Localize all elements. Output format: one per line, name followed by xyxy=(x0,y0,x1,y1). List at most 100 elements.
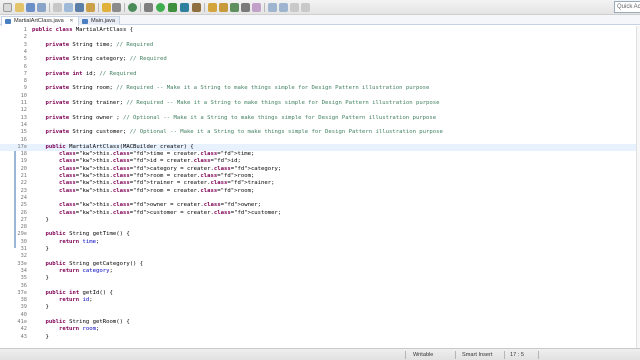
code-line[interactable]: 13 private String owner ; // Optional --… xyxy=(0,115,640,122)
code-line[interactable]: 14 xyxy=(0,122,640,129)
code-line[interactable]: 28 xyxy=(0,224,640,231)
code-line[interactable]: 16 xyxy=(0,137,640,144)
code-line[interactable]: 17⊖ public MartialArtClass(MACBuilder cr… xyxy=(0,143,640,152)
code-line[interactable]: 1 public class MartialArtClass { xyxy=(0,27,640,34)
tab-main[interactable]: Main.java xyxy=(78,16,120,25)
forward-icon[interactable] xyxy=(301,3,310,12)
code-text: private String time; // Required xyxy=(45,41,154,48)
code-line[interactable]: 38 return id; xyxy=(0,297,640,304)
code-line[interactable]: 43 } xyxy=(0,334,640,341)
code-line[interactable]: 30 return time; xyxy=(0,239,640,246)
line-number: 15 xyxy=(20,129,27,136)
terminal-icon[interactable] xyxy=(64,3,73,12)
open-type-icon[interactable] xyxy=(241,3,250,12)
status-divider xyxy=(504,351,505,359)
line-number: 35 xyxy=(20,275,27,282)
save-all-icon[interactable] xyxy=(37,3,46,12)
code-editor[interactable]: 1 public class MartialArtClass {2 3 privat… xyxy=(0,26,640,348)
quick-access-field[interactable]: Quick Acce xyxy=(614,1,640,13)
close-icon[interactable]: ✕ xyxy=(69,17,73,26)
code-line[interactable]: 42 return room; xyxy=(0,326,640,333)
line-number: 31 xyxy=(20,246,27,252)
code-line[interactable]: 34 return category; xyxy=(0,268,640,275)
run-icon[interactable] xyxy=(156,3,165,12)
code-line[interactable]: 5 private String category; // Required xyxy=(0,56,640,63)
code-line[interactable]: 3 private String time; // Required xyxy=(0,42,640,49)
status-bar: Writable Smart Insert 17 : 5 xyxy=(0,348,640,360)
code-line[interactable]: 33⊖ public String getCategory() { xyxy=(0,261,640,268)
toolbar-divider xyxy=(49,3,50,12)
new-package-icon[interactable] xyxy=(219,3,228,12)
package-icon[interactable] xyxy=(86,3,95,12)
code-line[interactable]: 19 class="kw">this.class="fd">id = creat… xyxy=(0,158,640,165)
search-icon[interactable] xyxy=(252,3,261,12)
save-icon[interactable] xyxy=(26,3,35,12)
code-line[interactable]: 23 class="kw">this.class="fd">room = cre… xyxy=(0,188,640,195)
code-line[interactable]: 8 xyxy=(0,78,640,85)
coverage-icon[interactable] xyxy=(180,3,189,12)
external-tools-icon[interactable] xyxy=(192,3,201,12)
code-line[interactable]: 7 private int id; // Required xyxy=(0,71,640,78)
code-line[interactable]: 32 xyxy=(0,253,640,260)
code-text: } xyxy=(32,216,49,223)
pin-icon[interactable] xyxy=(112,3,121,12)
overview-ruler[interactable] xyxy=(636,26,640,348)
code-line[interactable]: 39 } xyxy=(0,304,640,311)
previous-annotation-icon[interactable] xyxy=(279,3,288,12)
toolbar-divider xyxy=(124,3,125,12)
next-annotation-icon[interactable] xyxy=(268,3,277,12)
code-line[interactable]: 18 class="kw">this.class="fd">time = cre… xyxy=(0,151,640,158)
new-class-icon[interactable] xyxy=(230,3,239,12)
line-number: 39 xyxy=(20,304,27,311)
code-text: private String room; // Required -- Make… xyxy=(45,85,430,92)
print-icon[interactable] xyxy=(53,3,62,12)
code-line[interactable]: 4 xyxy=(0,49,640,56)
code-line[interactable]: 31 } xyxy=(0,246,640,253)
new-file-icon[interactable] xyxy=(3,3,12,12)
open-folder-icon[interactable] xyxy=(15,3,24,12)
code-line[interactable]: 6 xyxy=(0,64,640,71)
code-text: public String getCategory() { xyxy=(45,260,144,267)
code-text: class="kw">this.class="fd">room = create… xyxy=(58,187,255,194)
code-line[interactable]: 24 xyxy=(0,195,640,202)
code-line[interactable]: 27 } xyxy=(0,217,640,224)
line-number: 25 xyxy=(20,202,27,209)
line-number: 22 xyxy=(20,180,27,187)
code-text: } xyxy=(32,333,49,340)
line-number: 3 xyxy=(23,41,27,48)
code-line[interactable]: 2 xyxy=(0,34,640,41)
code-line[interactable]: 35 } xyxy=(0,275,640,282)
code-line[interactable]: 22 class="kw">this.class="fd">trainer = … xyxy=(0,180,640,187)
code-line[interactable]: 9 private String room; // Required -- Ma… xyxy=(0,85,640,92)
window-icon[interactable] xyxy=(75,3,84,12)
editor-tab-bar: MartialArtClass.java ✕ Main.java xyxy=(0,15,640,26)
line-number: 13 xyxy=(20,114,27,121)
code-line[interactable]: 36 xyxy=(0,283,640,290)
toggle-mark-icon[interactable] xyxy=(102,3,111,12)
code-line[interactable]: 12 xyxy=(0,107,640,114)
code-line[interactable]: 21 class="kw">this.class="fd">room = cre… xyxy=(0,173,640,180)
code-line[interactable]: 29⊖ public String getTime() { xyxy=(0,231,640,238)
code-line[interactable]: 20 class="kw">this.class="fd">category =… xyxy=(0,166,640,173)
status-divider xyxy=(455,351,456,359)
run-dropdown-icon[interactable] xyxy=(168,3,177,12)
code-line[interactable]: 26 class="kw">this.class="fd">customer =… xyxy=(0,210,640,217)
code-line[interactable]: 11 private String trainer; // Required -… xyxy=(0,100,640,107)
status-cursor-position: 17 : 5 xyxy=(510,352,524,358)
code-line[interactable]: 15 private String customer; // Optional … xyxy=(0,129,640,136)
debug-icon[interactable] xyxy=(128,3,137,12)
code-line[interactable]: 40 xyxy=(0,312,640,319)
tab-martialartclass[interactable]: MartialArtClass.java ✕ xyxy=(1,16,79,26)
skip-breakpoints-icon[interactable] xyxy=(144,3,153,12)
new-java-project-icon[interactable] xyxy=(208,3,217,12)
code-line[interactable]: 25 class="kw">this.class="fd">owner = cr… xyxy=(0,202,640,209)
back-icon[interactable] xyxy=(290,3,299,12)
code-text: return category; xyxy=(58,267,113,274)
status-writable: Writable xyxy=(413,352,434,358)
line-number: 20 xyxy=(20,165,27,172)
code-line[interactable]: 10 xyxy=(0,93,640,100)
code-line[interactable]: 37⊖ public int getId() { xyxy=(0,290,640,297)
status-divider xyxy=(405,351,406,359)
code-line[interactable]: 41⊖ public String getRoom() { xyxy=(0,319,640,326)
line-number: 32 xyxy=(20,253,27,260)
